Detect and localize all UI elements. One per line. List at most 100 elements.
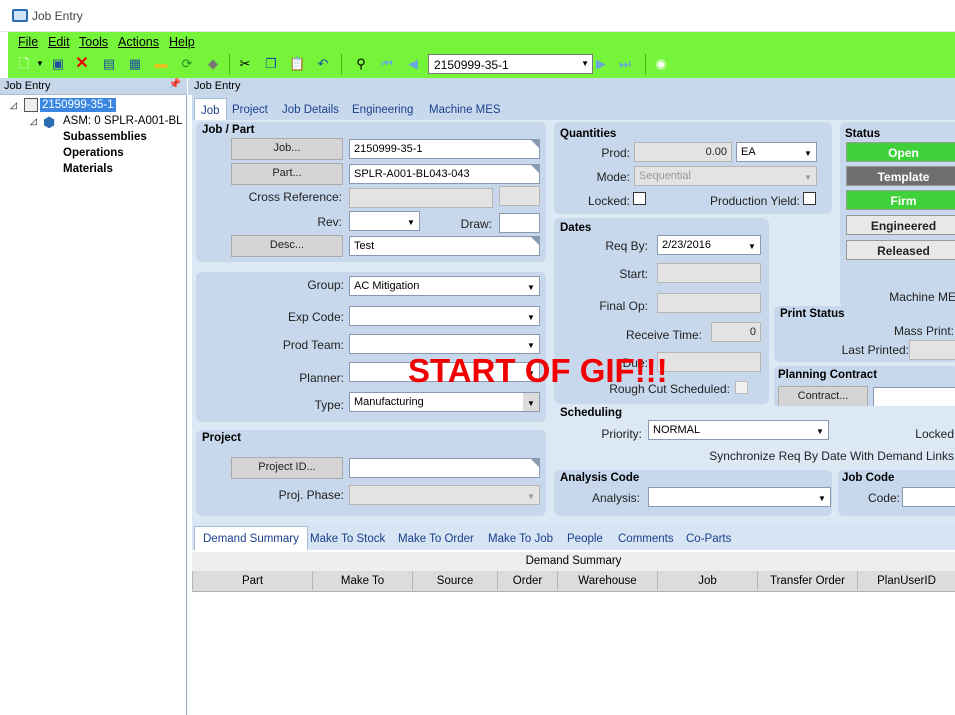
next-record-icon[interactable]: ▶ bbox=[593, 56, 609, 72]
copy-icon[interactable]: ❐ bbox=[263, 56, 279, 72]
cut-icon[interactable]: ✂ bbox=[237, 56, 253, 72]
chevron-down-icon[interactable]: ▼ bbox=[814, 488, 830, 506]
tab-make-to-stock[interactable]: Make To Stock bbox=[310, 533, 385, 545]
status-engineered-button[interactable]: Engineered bbox=[846, 215, 955, 235]
chevron-down-icon[interactable]: ▼ bbox=[523, 335, 539, 353]
assembly-icon: ⬢ bbox=[43, 114, 56, 130]
uom-select[interactable]: EA ▼ bbox=[736, 142, 817, 162]
chevron-down-icon[interactable]: ▼ bbox=[800, 143, 816, 161]
exp-code-select[interactable]: ▼ bbox=[349, 306, 540, 326]
job-selector[interactable]: 2150999-35-1 ▼ bbox=[428, 54, 593, 74]
project-id-button[interactable]: Project ID... bbox=[231, 457, 343, 479]
status-open-button[interactable]: Open bbox=[846, 142, 955, 162]
project-id-field[interactable] bbox=[349, 458, 540, 478]
chevron-down-icon[interactable]: ▼ bbox=[523, 277, 539, 295]
tab-project[interactable]: Project bbox=[232, 104, 268, 116]
collapse-icon[interactable]: ◿ bbox=[10, 100, 17, 111]
desc-button[interactable]: Desc... bbox=[231, 235, 343, 257]
play-icon[interactable]: ◉ bbox=[653, 56, 669, 72]
tree-root[interactable]: 2150999-35-1 bbox=[40, 98, 116, 112]
type-select[interactable]: Manufacturing ▼ bbox=[349, 392, 540, 412]
part-button[interactable]: Part... bbox=[231, 163, 343, 185]
grid-icon[interactable]: ▦ bbox=[127, 56, 143, 72]
column-header[interactable]: Part bbox=[192, 571, 312, 590]
tab-job-details[interactable]: Job Details bbox=[282, 104, 339, 116]
tab-demand-summary[interactable]: Demand Summary bbox=[194, 526, 308, 550]
tab-comments[interactable]: Comments bbox=[618, 533, 674, 545]
part-field[interactable]: SPLR-A001-BL043-043 bbox=[349, 164, 540, 184]
menu-file[interactable]: File bbox=[18, 35, 38, 49]
tab-co-parts[interactable]: Co-Parts bbox=[686, 533, 731, 545]
first-record-icon[interactable]: ⏮ bbox=[379, 56, 395, 72]
refresh-icon[interactable]: ⟳ bbox=[179, 56, 195, 72]
tree-asm[interactable]: ASM: 0 SPLR-A001-BL bbox=[63, 115, 183, 127]
column-header[interactable]: Order bbox=[497, 571, 557, 590]
draw-field[interactable] bbox=[499, 213, 540, 233]
contract-field[interactable] bbox=[873, 387, 955, 407]
quantities-panel: Quantities Prod: 0.00 EA ▼ Mode: Sequenti… bbox=[554, 122, 832, 214]
status-firm-button[interactable]: Firm bbox=[846, 190, 955, 210]
prod-team-select[interactable]: ▼ bbox=[349, 334, 540, 354]
prev-record-icon[interactable]: ◀ bbox=[405, 56, 421, 72]
collapse-icon[interactable]: ◿ bbox=[30, 116, 37, 127]
final-op-date bbox=[657, 293, 761, 313]
tab-people[interactable]: People bbox=[567, 533, 603, 545]
menu-help[interactable]: Help bbox=[169, 35, 195, 49]
column-header[interactable]: Job bbox=[657, 571, 757, 590]
receive-time-label: Receive Time: bbox=[625, 328, 702, 342]
machine-mes-label: Machine MES bbox=[889, 290, 955, 304]
save-icon[interactable]: ▣ bbox=[50, 56, 66, 72]
note-icon[interactable]: ▬ bbox=[153, 56, 169, 72]
column-header[interactable]: Make To bbox=[312, 571, 412, 590]
book-icon[interactable]: ▤ bbox=[101, 56, 117, 72]
status-released-button[interactable]: Released bbox=[846, 240, 955, 260]
desc-field[interactable]: Test bbox=[349, 236, 540, 256]
tree-subassemblies[interactable]: Subassemblies bbox=[63, 131, 147, 143]
column-header[interactable]: Warehouse bbox=[557, 571, 657, 590]
code-field[interactable] bbox=[902, 487, 955, 507]
binoculars-icon[interactable]: ⚲ bbox=[353, 56, 369, 72]
group-select[interactable]: AC Mitigation ▼ bbox=[349, 276, 540, 296]
menu-edit[interactable]: Edit bbox=[48, 35, 70, 49]
chevron-down-icon[interactable]: ▼ bbox=[523, 393, 539, 411]
chevron-down-icon[interactable]: ▼ bbox=[403, 212, 419, 230]
status-template-button[interactable]: Template bbox=[846, 166, 955, 186]
pin-icon[interactable]: 📌 bbox=[169, 79, 181, 90]
paste-icon[interactable]: 📋 bbox=[289, 56, 305, 72]
main-panel-header: Job Entry bbox=[188, 78, 955, 95]
locked-checkbox[interactable] bbox=[633, 192, 646, 205]
column-header[interactable]: Source bbox=[412, 571, 497, 590]
tree-panel: ◿ 2150999-35-1 ◿ ⬢ ASM: 0 SPLR-A001-BL S… bbox=[0, 95, 187, 715]
eraser-icon[interactable]: ◆ bbox=[205, 56, 221, 72]
production-yield-checkbox[interactable] bbox=[803, 192, 816, 205]
column-header[interactable]: Transfer Order bbox=[757, 571, 857, 590]
new-dropdown-icon[interactable]: ▼ bbox=[32, 56, 48, 72]
tree-materials[interactable]: Materials bbox=[63, 163, 113, 175]
req-by-date[interactable]: 2/23/2016 ▼ bbox=[657, 235, 761, 255]
last-record-icon[interactable]: ⏭ bbox=[617, 56, 633, 72]
undo-icon[interactable]: ↶ bbox=[315, 56, 331, 72]
priority-select[interactable]: NORMAL ▼ bbox=[648, 420, 829, 440]
tree-operations[interactable]: Operations bbox=[63, 147, 124, 159]
tab-job[interactable]: Job bbox=[194, 98, 227, 120]
tab-make-to-job[interactable]: Make To Job bbox=[488, 533, 553, 545]
column-header[interactable]: PlanUserID bbox=[857, 571, 955, 590]
tab-machine-mes[interactable]: Machine MES bbox=[429, 104, 501, 116]
contract-button[interactable]: Contract... bbox=[778, 386, 868, 408]
analysis-select[interactable]: ▼ bbox=[648, 487, 831, 507]
job-field[interactable]: 2150999-35-1 bbox=[349, 139, 540, 159]
menu-tools[interactable]: Tools bbox=[79, 35, 108, 49]
delete-icon[interactable]: ✕ bbox=[74, 56, 90, 72]
tab-make-to-order[interactable]: Make To Order bbox=[398, 533, 474, 545]
tab-engineering[interactable]: Engineering bbox=[352, 104, 413, 116]
job-button[interactable]: Job... bbox=[231, 138, 343, 160]
menu-actions[interactable]: Actions bbox=[118, 35, 159, 49]
new-icon[interactable]: 🗋 bbox=[16, 56, 32, 72]
chevron-down-icon[interactable]: ▼ bbox=[581, 59, 589, 68]
chevron-down-icon[interactable]: ▼ bbox=[523, 307, 539, 325]
chevron-down-icon[interactable]: ▼ bbox=[812, 421, 828, 439]
rev-select[interactable]: ▼ bbox=[349, 211, 420, 231]
chevron-down-icon[interactable]: ▼ bbox=[744, 236, 760, 254]
job-code-panel: Job Code Code: bbox=[838, 470, 955, 516]
priority-label: Priority: bbox=[601, 427, 642, 441]
